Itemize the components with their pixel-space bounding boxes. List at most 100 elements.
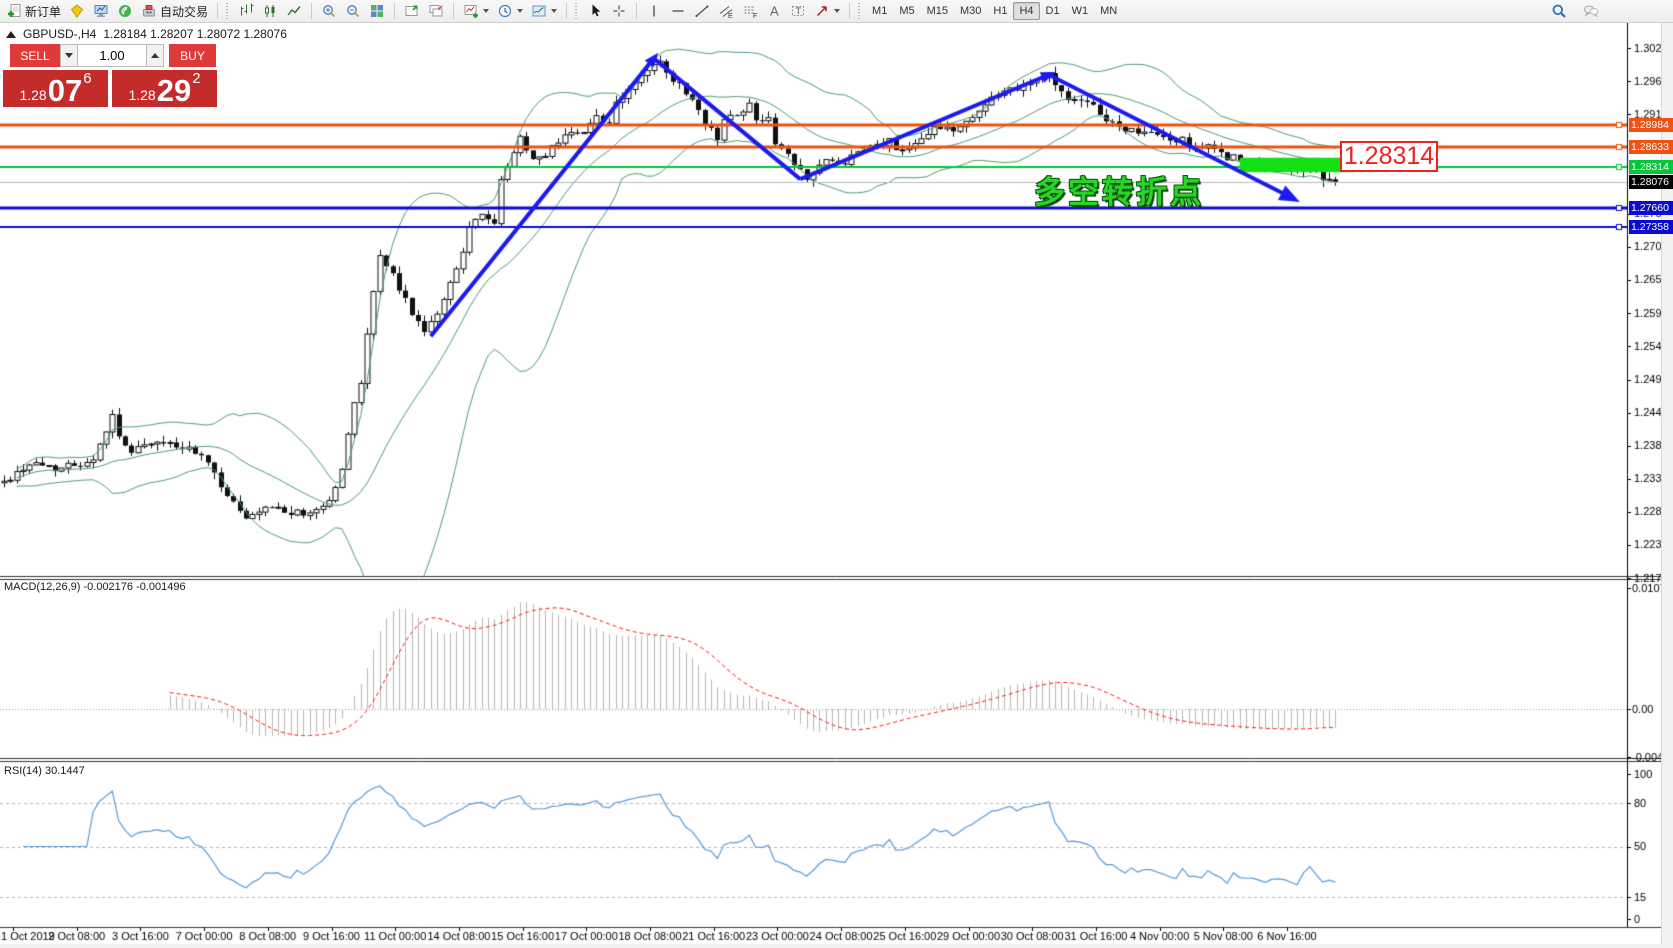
price-level-tag[interactable]: 1.27660 — [1629, 201, 1673, 215]
cascade-windows-button[interactable] — [424, 1, 448, 21]
timeframe-d1-button[interactable]: D1 — [1040, 2, 1066, 20]
timeframe-m5-button[interactable]: M5 — [893, 2, 920, 20]
zoom-out-button[interactable] — [341, 1, 365, 21]
svg-text:F: F — [753, 13, 757, 19]
dropdown-caret-icon — [551, 9, 557, 13]
profile-icon — [69, 3, 85, 19]
volume-decrease-button[interactable] — [60, 44, 78, 67]
price-level-tag[interactable]: 1.28633 — [1629, 140, 1673, 154]
sell-button[interactable]: SELL — [10, 44, 60, 67]
price-level-tag[interactable]: 1.27358 — [1629, 220, 1673, 234]
tile-windows-button[interactable] — [365, 1, 389, 21]
price-callout[interactable]: 1.28314 — [1340, 141, 1438, 172]
arrows-button[interactable] — [810, 1, 844, 21]
toolbar-group-insert — [457, 0, 563, 22]
toolbar-drag-handle[interactable] — [573, 3, 578, 19]
chart-annotation-text[interactable]: 多空转折点 — [1034, 167, 1204, 212]
auto-trading-button[interactable]: 自动交易 — [137, 1, 212, 21]
fibonacci-icon: F — [742, 3, 758, 19]
indicators-button[interactable] — [459, 1, 493, 21]
toolbar-group-file: 新订单 自动交易 — [0, 0, 214, 22]
cursor-icon — [587, 3, 603, 19]
search-icon — [1551, 3, 1567, 19]
svg-text:A: A — [770, 4, 779, 19]
dropdown-caret-icon — [483, 9, 489, 13]
trendline-icon — [694, 3, 710, 19]
zoom-in-icon — [321, 3, 337, 19]
templates-button[interactable] — [527, 1, 561, 21]
new-order-button[interactable]: 新订单 — [2, 1, 65, 21]
toolbar-separator — [394, 3, 395, 19]
search-button[interactable] — [1547, 1, 1571, 21]
cursor-button[interactable] — [583, 1, 607, 21]
chat-button[interactable] — [1579, 1, 1603, 21]
toolbar-group-chart-types — [232, 0, 308, 22]
timeframe-mn-button[interactable]: MN — [1094, 2, 1123, 20]
toolbar-separator — [311, 3, 312, 19]
line-chart-button[interactable] — [282, 1, 306, 21]
trendline-button[interactable] — [690, 1, 714, 21]
caret-down-icon — [65, 53, 73, 58]
label-button[interactable]: T — [786, 1, 810, 21]
fibonacci-button[interactable]: F — [738, 1, 762, 21]
new-order-icon — [6, 3, 22, 19]
timeframe-w1-button[interactable]: W1 — [1066, 2, 1095, 20]
cascade-windows-icon — [428, 3, 444, 19]
volume-input[interactable] — [78, 44, 146, 67]
timeframe-h4-button[interactable]: H4 — [1013, 2, 1039, 20]
text-icon: A — [766, 3, 782, 19]
buy-price[interactable]: 1.28292 — [112, 70, 217, 107]
toolbar-separator — [566, 3, 567, 19]
buy-button[interactable]: BUY — [169, 44, 216, 67]
price-level-tag[interactable]: 1.28314 — [1629, 160, 1673, 174]
label-icon: T — [790, 3, 806, 19]
horizontal-line-button[interactable] — [666, 1, 690, 21]
equidistant-channel-icon: E — [718, 3, 734, 19]
symbol-header[interactable]: GBPUSD-,H4 1.28184 1.28207 1.28072 1.280… — [6, 27, 287, 41]
bar-chart-icon — [238, 3, 254, 19]
volume-increase-button[interactable] — [146, 44, 164, 67]
symbol-ohlc: 1.28184 1.28207 1.28072 1.28076 — [103, 27, 287, 41]
crosshair-icon — [611, 3, 627, 19]
rsi-label: RSI(14) 30.1447 — [4, 765, 85, 777]
toolbar-drag-handle[interactable] — [856, 3, 861, 19]
equidistant-channel-button[interactable]: E — [714, 1, 738, 21]
market-watch-icon — [93, 3, 109, 19]
zoom-in-button[interactable] — [317, 1, 341, 21]
signals-button[interactable] — [113, 1, 137, 21]
arrows-icon — [814, 3, 830, 19]
signals-icon — [117, 3, 133, 19]
timeframe-m30-button[interactable]: M30 — [954, 2, 987, 20]
chat-icon — [1583, 3, 1599, 19]
caret-up-icon — [151, 53, 159, 58]
vertical-line-button[interactable] — [642, 1, 666, 21]
bar-chart-button[interactable] — [234, 1, 258, 21]
horizontal-line-icon — [670, 3, 686, 19]
line-chart-icon — [286, 3, 302, 19]
new-order-button-label: 新订单 — [25, 3, 61, 20]
profiles-button[interactable] — [65, 1, 89, 21]
auto-trading-icon — [141, 3, 157, 19]
zoom-out-icon — [345, 3, 361, 19]
timeframe-m15-button[interactable]: M15 — [921, 2, 954, 20]
periods-button[interactable] — [493, 1, 527, 21]
text-button[interactable]: A — [762, 1, 786, 21]
arrange-windows-icon — [404, 3, 420, 19]
timeframe-h1-button[interactable]: H1 — [987, 2, 1013, 20]
toolbar-separator — [217, 3, 218, 19]
crosshair-button[interactable] — [607, 1, 631, 21]
current-price-tag[interactable]: 1.28076 — [1629, 175, 1673, 189]
market-watch-button[interactable] — [89, 1, 113, 21]
toolbar-separator — [453, 3, 454, 19]
macd-label: MACD(12,26,9) -0.002176 -0.001496 — [4, 581, 186, 593]
arrange-windows-button[interactable] — [400, 1, 424, 21]
toolbar-drag-handle[interactable] — [224, 3, 229, 19]
timeframe-m1-button[interactable]: M1 — [866, 2, 893, 20]
toolbar-right-group — [1547, 1, 1603, 21]
sell-price[interactable]: 1.28076 — [3, 70, 108, 107]
svg-text:E: E — [728, 13, 733, 19]
price-level-tag[interactable]: 1.28984 — [1629, 118, 1673, 132]
candlestick-button[interactable] — [258, 1, 282, 21]
collapse-icon[interactable] — [6, 31, 16, 38]
templates-icon — [531, 3, 547, 19]
